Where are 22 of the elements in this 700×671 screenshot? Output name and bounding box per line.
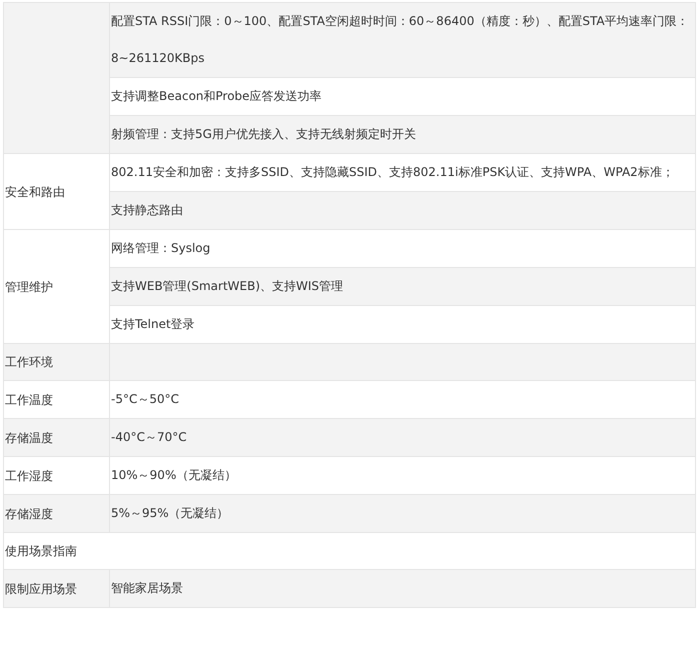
value-cell: 支持WEB管理(SmartWEB)、支持WIS管理 — [110, 268, 696, 306]
value-cell: 射频管理：支持5G用户优先接入、支持无线射频定时开关 — [110, 116, 696, 154]
value-cell: 支持调整Beacon和Probe应答发送功率 — [110, 78, 696, 116]
value-cell: 支持静态路由 — [110, 192, 696, 230]
label-cell: 工作温度 — [4, 380, 110, 418]
value-cell: 配置STA RSSI门限：0～100、配置STA空闲超时时间：60～86400（精度：秒）、配置STA平均速率门限：8~261120KBps — [110, 2, 696, 78]
value-cell: 网络管理：Syslog — [110, 230, 696, 268]
value-cell: 5%～95%（无凝结） — [110, 494, 696, 532]
value-cell: 支持Telnet登录 — [110, 306, 696, 344]
value-cell: -40°C～70°C — [110, 418, 696, 456]
label-cell: 存储湿度 — [4, 494, 110, 532]
section-heading-cell: 使用场景指南 — [4, 532, 696, 570]
label-cell: 工作湿度 — [4, 456, 110, 494]
label-cell: 管理维护 — [4, 230, 110, 344]
value-cell: 智能家居场景 — [110, 570, 696, 608]
label-cell: 工作环境 — [4, 344, 110, 380]
value-cell: 802.11安全和加密：支持多SSID、支持隐藏SSID、支持802.11i标准PSK认证、支持WPA、WPA2标准； — [110, 154, 696, 192]
label-cell: 限制应用场景 — [4, 570, 110, 608]
label-cell: 存储温度 — [4, 418, 110, 456]
label-cell: 安全和路由 — [4, 154, 110, 230]
value-cell: 10%～90%（无凝结） — [110, 456, 696, 494]
value-cell: -5°C～50°C — [110, 380, 696, 418]
